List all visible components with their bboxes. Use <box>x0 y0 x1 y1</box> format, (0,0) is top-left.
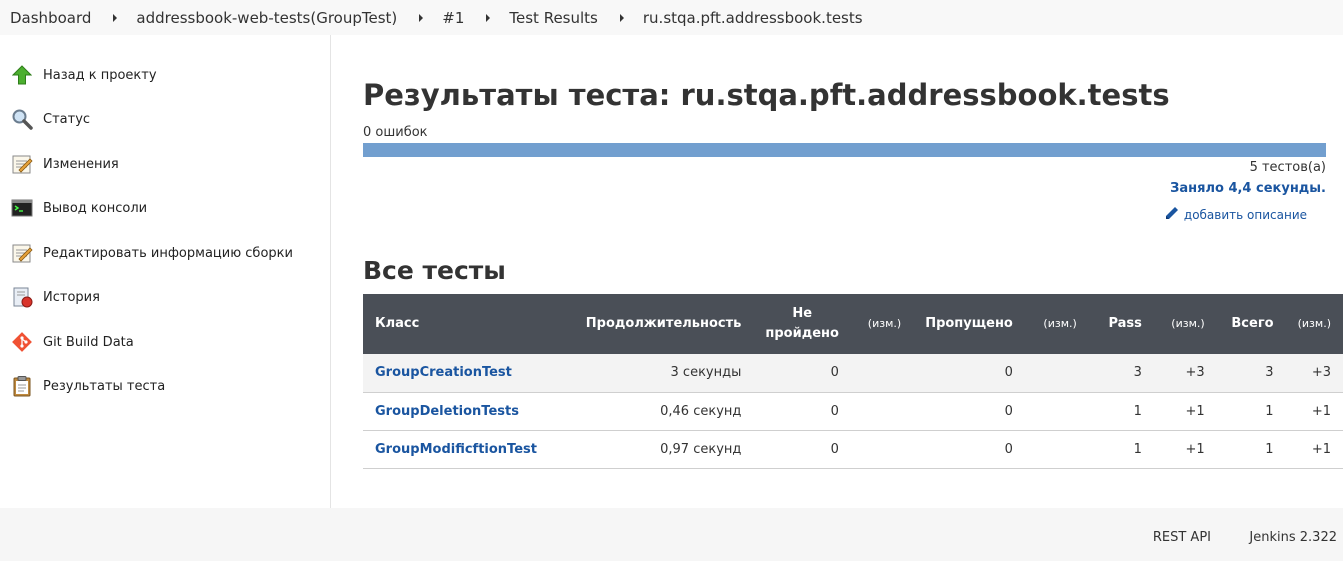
magnifier-icon <box>11 108 33 130</box>
jenkins-version-link[interactable]: Jenkins 2.322 <box>1249 530 1337 545</box>
clipboard-icon <box>11 375 33 397</box>
sidebar-item-label: Статус <box>43 111 91 127</box>
skipped-diff-cell <box>1025 354 1089 392</box>
skipped-diff-cell <box>1025 430 1089 468</box>
failure-count: 0 ошибок <box>363 125 428 140</box>
total-diff-cell: +1 <box>1311 441 1331 457</box>
notepad-icon <box>11 153 33 175</box>
sidebar-item-back-to-project[interactable]: Назад к проекту <box>11 62 157 88</box>
breadcrumb-test-results[interactable]: Test Results <box>509 9 597 27</box>
test-class-link[interactable]: GroupDeletionTests <box>375 404 519 419</box>
sidebar-item-changes[interactable]: Изменения <box>11 151 119 177</box>
duration-link[interactable]: Заняло 4,4 секунды. <box>1170 181 1326 196</box>
breadcrumb: Dashboard addressbook-web-tests(GroupTes… <box>0 0 1343 35</box>
pencil-icon <box>1164 205 1180 224</box>
up-arrow-icon <box>11 64 33 86</box>
add-description-label: добавить описание <box>1183 207 1307 222</box>
failed-cell: 0 <box>830 441 839 457</box>
all-tests-heading: Все тесты <box>363 256 506 285</box>
tests-count: 5 тестов(а) <box>1249 160 1326 175</box>
failed-cell: 0 <box>830 403 839 419</box>
sidebar-item-label: Git Build Data <box>43 334 134 350</box>
header-class[interactable]: Класс <box>363 294 574 354</box>
add-description-button[interactable]: добавить описание <box>1164 205 1307 224</box>
sidebar-item-label: Вывод консоли <box>43 200 148 216</box>
sidebar-item-label: История <box>43 289 100 305</box>
breadcrumb-job[interactable]: addressbook-web-tests(GroupTest) <box>136 9 397 27</box>
total-cell: 1 <box>1265 403 1274 419</box>
failed-cell: 0 <box>830 365 839 381</box>
sidebar-item-status[interactable]: Статус <box>11 106 90 132</box>
sidebar-item-label: Назад к проекту <box>43 67 157 83</box>
history-icon <box>11 286 33 308</box>
sidebar-item-edit-build-info[interactable]: Редактировать информацию сборки <box>11 240 293 266</box>
total-diff-cell: +3 <box>1311 365 1331 381</box>
pass-cell: 1 <box>1133 441 1142 457</box>
test-results-table: Класс Продолжительность Не пройдено (изм.… <box>363 294 1343 469</box>
total-cell: 1 <box>1265 441 1274 457</box>
notepad-edit-icon <box>11 242 33 264</box>
failed-diff-cell <box>851 430 913 468</box>
pass-cell: 3 <box>1133 365 1142 381</box>
skipped-diff-cell <box>1025 392 1089 430</box>
table-row: GroupCreationTest 3 секунды 0 0 3 +3 3 +… <box>363 354 1343 392</box>
breadcrumb-dashboard[interactable]: Dashboard <box>10 9 91 27</box>
sidebar-item-label: Результаты теста <box>43 378 166 394</box>
test-class-link[interactable]: GroupCreationTest <box>375 365 512 380</box>
pass-diff-cell: +3 <box>1185 365 1205 381</box>
header-skipped-diff[interactable]: (изм.) <box>1025 294 1089 354</box>
page-title: Результаты теста: ru.stqa.pft.addressboo… <box>363 78 1170 112</box>
breadcrumb-separator-icon[interactable] <box>619 13 624 22</box>
breadcrumb-build[interactable]: #1 <box>442 9 464 27</box>
rest-api-link[interactable]: REST API <box>1153 530 1211 545</box>
test-class-link[interactable]: GroupModificftionTest <box>375 442 537 457</box>
pass-diff-cell: +1 <box>1185 441 1205 457</box>
header-total-diff[interactable]: (изм.) <box>1286 294 1343 354</box>
failed-diff-cell <box>851 354 913 392</box>
header-failed-diff[interactable]: (изм.) <box>851 294 913 354</box>
pass-cell: 1 <box>1133 403 1142 419</box>
sidebar-item-label: Редактировать информацию сборки <box>43 245 293 261</box>
header-failed[interactable]: Не пройдено <box>753 294 851 354</box>
breadcrumb-separator-icon[interactable] <box>419 13 424 22</box>
breadcrumb-separator-icon[interactable] <box>486 13 491 22</box>
duration-cell: 0,46 секунд <box>660 403 742 419</box>
sidebar-item-git-build-data[interactable]: Git Build Data <box>11 329 134 355</box>
sidebar-item-console-output[interactable]: Вывод консоли <box>11 195 147 221</box>
terminal-icon <box>11 197 33 219</box>
footer: REST API Jenkins 2.322 <box>0 508 1343 561</box>
sidebar: Назад к проекту Статус Изменения Вывод к… <box>0 35 331 508</box>
header-pass[interactable]: Pass <box>1089 294 1154 354</box>
pass-diff-cell: +1 <box>1185 403 1205 419</box>
test-progress-bar <box>363 143 1326 157</box>
sidebar-item-history[interactable]: История <box>11 284 100 310</box>
table-row: GroupDeletionTests 0,46 секунд 0 0 1 +1 … <box>363 392 1343 430</box>
failed-diff-cell <box>851 392 913 430</box>
skipped-cell: 0 <box>1004 403 1013 419</box>
sidebar-item-label: Изменения <box>43 156 119 172</box>
git-icon <box>11 331 33 353</box>
total-diff-cell: +1 <box>1311 403 1331 419</box>
total-cell: 3 <box>1265 365 1274 381</box>
header-total[interactable]: Всего <box>1217 294 1286 354</box>
skipped-cell: 0 <box>1004 441 1013 457</box>
breadcrumb-separator-icon[interactable] <box>113 13 118 22</box>
breadcrumb-package[interactable]: ru.stqa.pft.addressbook.tests <box>643 9 863 27</box>
duration-cell: 0,97 секунд <box>660 441 742 457</box>
header-duration[interactable]: Продолжительность <box>574 294 754 354</box>
sidebar-item-test-results[interactable]: Результаты теста <box>11 373 165 399</box>
duration-cell: 3 секунды <box>670 365 742 381</box>
skipped-cell: 0 <box>1004 365 1013 381</box>
header-pass-diff[interactable]: (изм.) <box>1154 294 1217 354</box>
header-skipped[interactable]: Пропущено <box>913 294 1025 354</box>
table-row: GroupModificftionTest 0,97 секунд 0 0 1 … <box>363 430 1343 468</box>
table-header-row: Класс Продолжительность Не пройдено (изм.… <box>363 294 1343 354</box>
